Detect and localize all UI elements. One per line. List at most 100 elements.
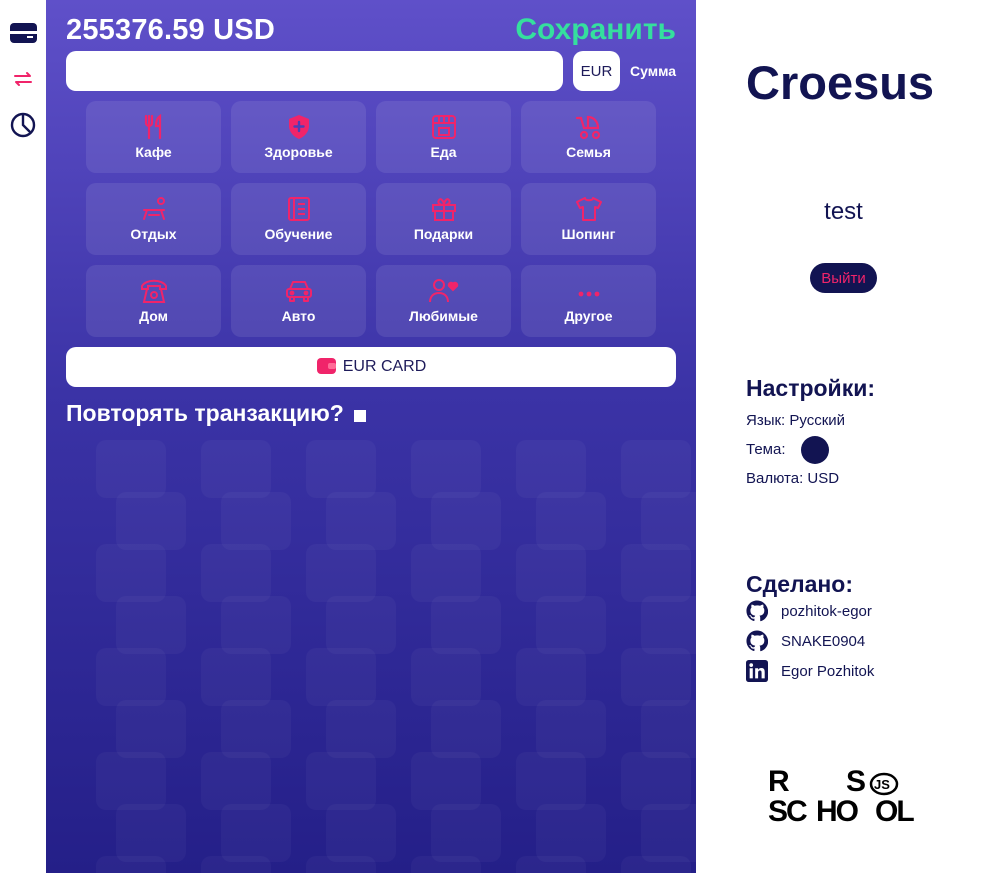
tshirt-icon <box>575 196 603 222</box>
credit-label: SNAKE0904 <box>781 632 866 650</box>
stroller-icon <box>575 114 603 140</box>
card-label: EUR CARD <box>342 358 427 375</box>
rs-school-logo[interactable]: R S JS SC HO OL <box>768 763 920 828</box>
logout-button[interactable]: Выйти <box>810 263 877 293</box>
background-pattern-tile <box>201 440 271 498</box>
svg-text:HO: HO <box>816 795 859 825</box>
background-pattern-tile <box>621 752 691 810</box>
category-health[interactable]: Здоровье <box>231 101 366 173</box>
category-family[interactable]: Семья <box>521 101 656 173</box>
category-label: Еда <box>430 144 457 160</box>
category-label: Обучение <box>264 226 333 242</box>
svg-text:S: S <box>846 765 866 798</box>
credit-label: Egor Pozhitok <box>781 662 875 680</box>
currency-select-button[interactable]: EUR <box>573 51 620 91</box>
category-label: Другое <box>564 308 613 324</box>
category-food[interactable]: Еда <box>376 101 511 173</box>
background-pattern-tile <box>516 648 586 706</box>
picnic-table-icon <box>141 196 167 222</box>
wallet-icon <box>316 355 343 380</box>
background-pattern-tile <box>221 700 291 758</box>
background-pattern-tile <box>621 856 691 873</box>
background-pattern-tile <box>96 544 166 602</box>
username: test <box>824 198 863 225</box>
background-pattern-tile <box>516 856 586 873</box>
nav-transactions-button[interactable] <box>9 65 37 93</box>
background-pattern-tile <box>621 648 691 706</box>
nav-cards-button[interactable] <box>9 19 37 47</box>
shop-icon <box>431 114 457 140</box>
background-pattern-tile <box>641 700 696 758</box>
currency-setting[interactable]: Валюта: USD <box>746 470 839 487</box>
background-pattern-tile <box>306 752 376 810</box>
background-pattern-tile <box>411 856 481 873</box>
more-dots-icon <box>575 278 603 304</box>
background-pattern-tile <box>516 440 586 498</box>
category-leisure[interactable]: Отдых <box>86 183 221 255</box>
background-pattern-tile <box>411 544 481 602</box>
nav-statistics-button[interactable] <box>9 111 37 139</box>
category-home[interactable]: Дом <box>86 265 221 337</box>
category-gifts[interactable]: Подарки <box>376 183 511 255</box>
exchange-arrows-icon <box>13 71 33 87</box>
background-pattern-tile <box>306 856 376 873</box>
category-label: Подарки <box>413 226 474 242</box>
background-pattern-tile <box>641 596 696 654</box>
side-nav <box>0 0 46 873</box>
background-pattern-tile <box>116 596 186 654</box>
background-pattern-tile <box>116 492 186 550</box>
category-other[interactable]: Другое <box>521 265 656 337</box>
linkedin-icon <box>746 660 768 682</box>
credit-link-linkedin[interactable]: Egor Pozhitok <box>746 660 874 682</box>
transaction-panel: 255376.59 USD Сохранить EUR Сумма Кафе З… <box>46 0 696 873</box>
car-icon <box>285 278 313 304</box>
svg-text:JS: JS <box>874 777 890 792</box>
category-cafe[interactable]: Кафе <box>86 101 221 173</box>
background-pattern-tile <box>201 752 271 810</box>
settings-title: Настройки: <box>746 375 876 401</box>
background-pattern-tile <box>96 648 166 706</box>
background-pattern-tile <box>431 492 501 550</box>
background-pattern-tile <box>306 648 376 706</box>
credit-link-github-1[interactable]: pozhitok-egor <box>746 600 872 622</box>
background-pattern-tile <box>96 440 166 498</box>
fork-knife-icon <box>143 114 165 140</box>
category-label: Дом <box>139 308 168 324</box>
profile-sidebar: Croesus test Выйти Настройки: Язык: Русс… <box>696 0 991 873</box>
background-pattern-tile <box>326 492 396 550</box>
credit-label: pozhitok-egor <box>781 602 872 620</box>
telephone-icon <box>140 278 168 304</box>
background-pattern-tile <box>536 596 606 654</box>
background-pattern-tile <box>96 856 166 873</box>
background-pattern-tile <box>326 804 396 862</box>
language-setting[interactable]: Язык: Русский <box>746 412 845 429</box>
category-label: Любимые <box>409 308 478 324</box>
pie-chart-icon <box>10 112 36 138</box>
github-icon <box>746 600 768 622</box>
theme-toggle[interactable] <box>801 436 829 464</box>
background-pattern-tile <box>306 440 376 498</box>
background-pattern-tile <box>536 492 606 550</box>
card-select-button[interactable]: EUR CARD <box>66 347 676 387</box>
repeat-transaction-checkbox[interactable] <box>353 409 366 422</box>
gift-icon <box>431 196 457 222</box>
category-grid: Кафе Здоровье Еда Семья Отдых Обучение П… <box>86 101 656 337</box>
category-shopping[interactable]: Шопинг <box>521 183 656 255</box>
amount-input[interactable] <box>66 51 563 91</box>
background-pattern-tile <box>431 700 501 758</box>
background-pattern-tile <box>221 596 291 654</box>
category-label: Шопинг <box>561 226 616 242</box>
app-root: 255376.59 USD Сохранить EUR Сумма Кафе З… <box>0 0 991 873</box>
credits-title: Сделано: <box>746 571 854 597</box>
save-button[interactable]: Сохранить <box>515 13 676 47</box>
background-pattern-tile <box>621 440 691 498</box>
background-pattern-tile <box>326 596 396 654</box>
background-pattern-tile <box>411 752 481 810</box>
category-favorites[interactable]: Любимые <box>376 265 511 337</box>
category-auto[interactable]: Авто <box>231 265 366 337</box>
category-education[interactable]: Обучение <box>231 183 366 255</box>
repeat-transaction-label: Повторять транзакцию? <box>66 400 344 426</box>
category-label: Здоровье <box>264 144 333 160</box>
credit-link-github-2[interactable]: SNAKE0904 <box>746 630 865 652</box>
background-pattern-tile <box>536 700 606 758</box>
